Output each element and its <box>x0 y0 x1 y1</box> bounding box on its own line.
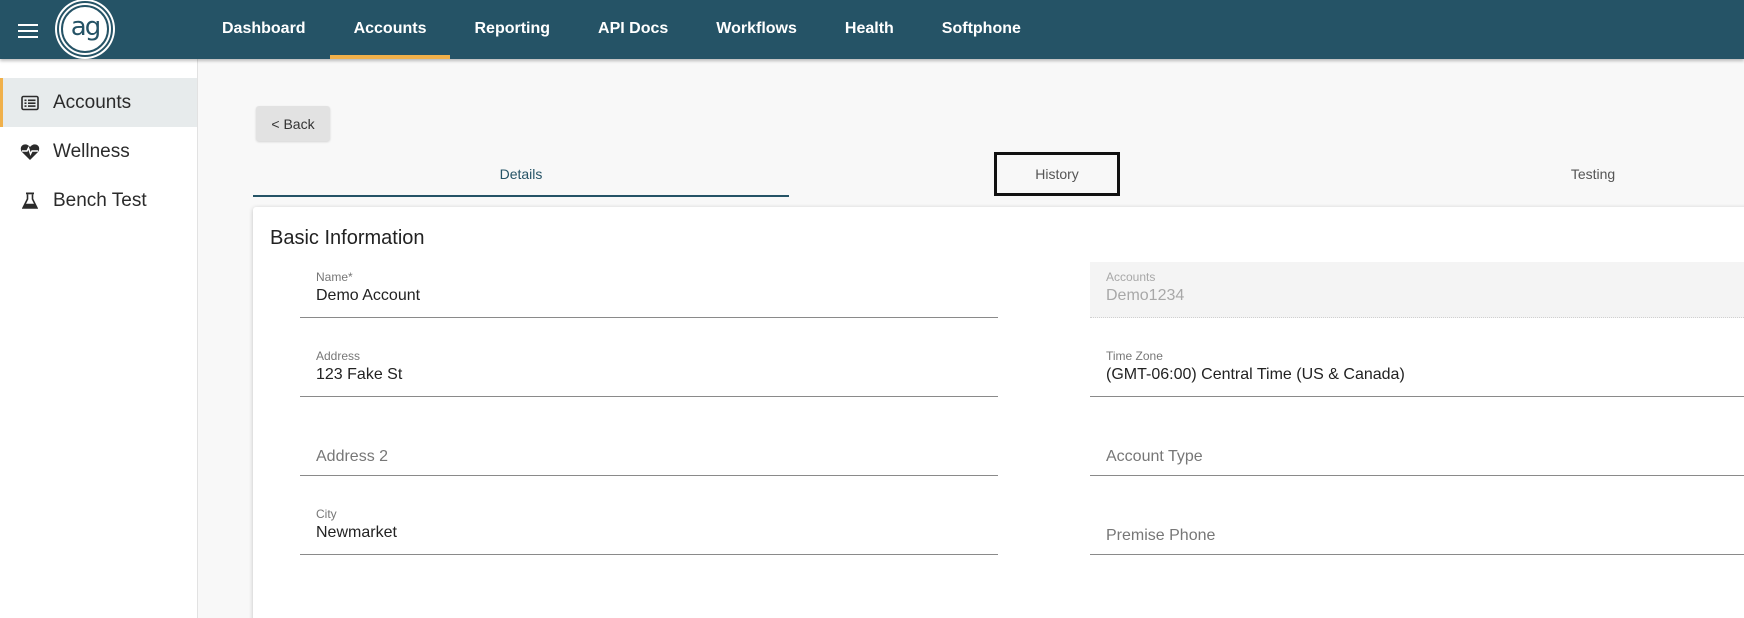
nav-dashboard[interactable]: Dashboard <box>198 0 330 59</box>
heart-pulse-icon <box>20 142 40 162</box>
sidebar-item-label: Wellness <box>53 140 130 162</box>
nav-reporting[interactable]: Reporting <box>450 0 574 59</box>
city-label: City <box>316 507 337 521</box>
address-value: 123 Fake St <box>316 366 403 383</box>
back-button[interactable]: < Back <box>256 106 330 141</box>
account-type-placeholder: Account Type <box>1106 448 1203 465</box>
address2-placeholder: Address 2 <box>316 448 389 465</box>
address-field[interactable]: Address 123 Fake St <box>300 341 998 397</box>
basic-info-card: Basic Information Name* Demo Account Add… <box>253 207 1744 618</box>
accounts-value: Demo1234 <box>1106 287 1185 304</box>
address-label: Address <box>316 349 361 363</box>
nav-workflows[interactable]: Workflows <box>692 0 821 59</box>
card-title: Basic Information <box>270 227 425 249</box>
time-zone-label: Time Zone <box>1106 349 1163 363</box>
nav-api-docs[interactable]: API Docs <box>574 0 692 59</box>
time-zone-value: (GMT-06:00) Central Time (US & Canada) <box>1106 366 1405 383</box>
tab-label: History <box>994 152 1120 196</box>
nav-health[interactable]: Health <box>821 0 918 59</box>
time-zone-field[interactable]: Time Zone (GMT-06:00) Central Time (US &… <box>1090 341 1744 397</box>
sidebar-item-bench-test[interactable]: Bench Test <box>0 176 197 225</box>
city-value: Newmarket <box>316 524 397 541</box>
name-field[interactable]: Name* Demo Account <box>300 262 998 318</box>
nav-accounts[interactable]: Accounts <box>329 0 451 59</box>
tab-bar: Details History Testing <box>253 151 1744 197</box>
premise-phone-field[interactable]: Premise Phone <box>1090 499 1744 555</box>
top-navbar: ag Dashboard Accounts Reporting API Docs… <box>0 0 1744 59</box>
sidebar: Accounts Wellness Bench Test <box>0 59 198 618</box>
name-value: Demo Account <box>316 287 421 304</box>
nav-softphone[interactable]: Softphone <box>918 0 1045 59</box>
premise-phone-placeholder: Premise Phone <box>1106 527 1216 544</box>
sidebar-item-label: Bench Test <box>53 189 147 211</box>
address2-field[interactable]: Address 2 <box>300 420 998 476</box>
logo-text: ag <box>61 5 109 53</box>
accounts-field: Accounts Demo1234 <box>1090 262 1744 318</box>
tab-label: Testing <box>1570 166 1616 182</box>
accounts-label: Accounts <box>1106 270 1156 284</box>
tab-details[interactable]: Details <box>253 151 789 197</box>
tab-history[interactable]: History <box>789 151 1325 197</box>
list-icon <box>20 93 40 113</box>
logo[interactable]: ag <box>57 1 113 57</box>
tab-label: Details <box>499 166 543 182</box>
sidebar-item-accounts[interactable]: Accounts <box>0 78 197 127</box>
tab-testing[interactable]: Testing <box>1325 151 1744 197</box>
main-content: < Back Details History Testing Basic Inf… <box>198 59 1744 618</box>
main-nav: Dashboard Accounts Reporting API Docs Wo… <box>198 0 1045 59</box>
hamburger-menu-icon[interactable] <box>18 24 40 40</box>
name-label: Name* <box>316 270 353 284</box>
account-type-field[interactable]: Account Type <box>1090 420 1744 476</box>
sidebar-item-label: Accounts <box>53 91 132 113</box>
sidebar-item-wellness[interactable]: Wellness <box>0 127 197 176</box>
flask-icon <box>20 191 40 211</box>
city-field[interactable]: City Newmarket <box>300 499 998 555</box>
